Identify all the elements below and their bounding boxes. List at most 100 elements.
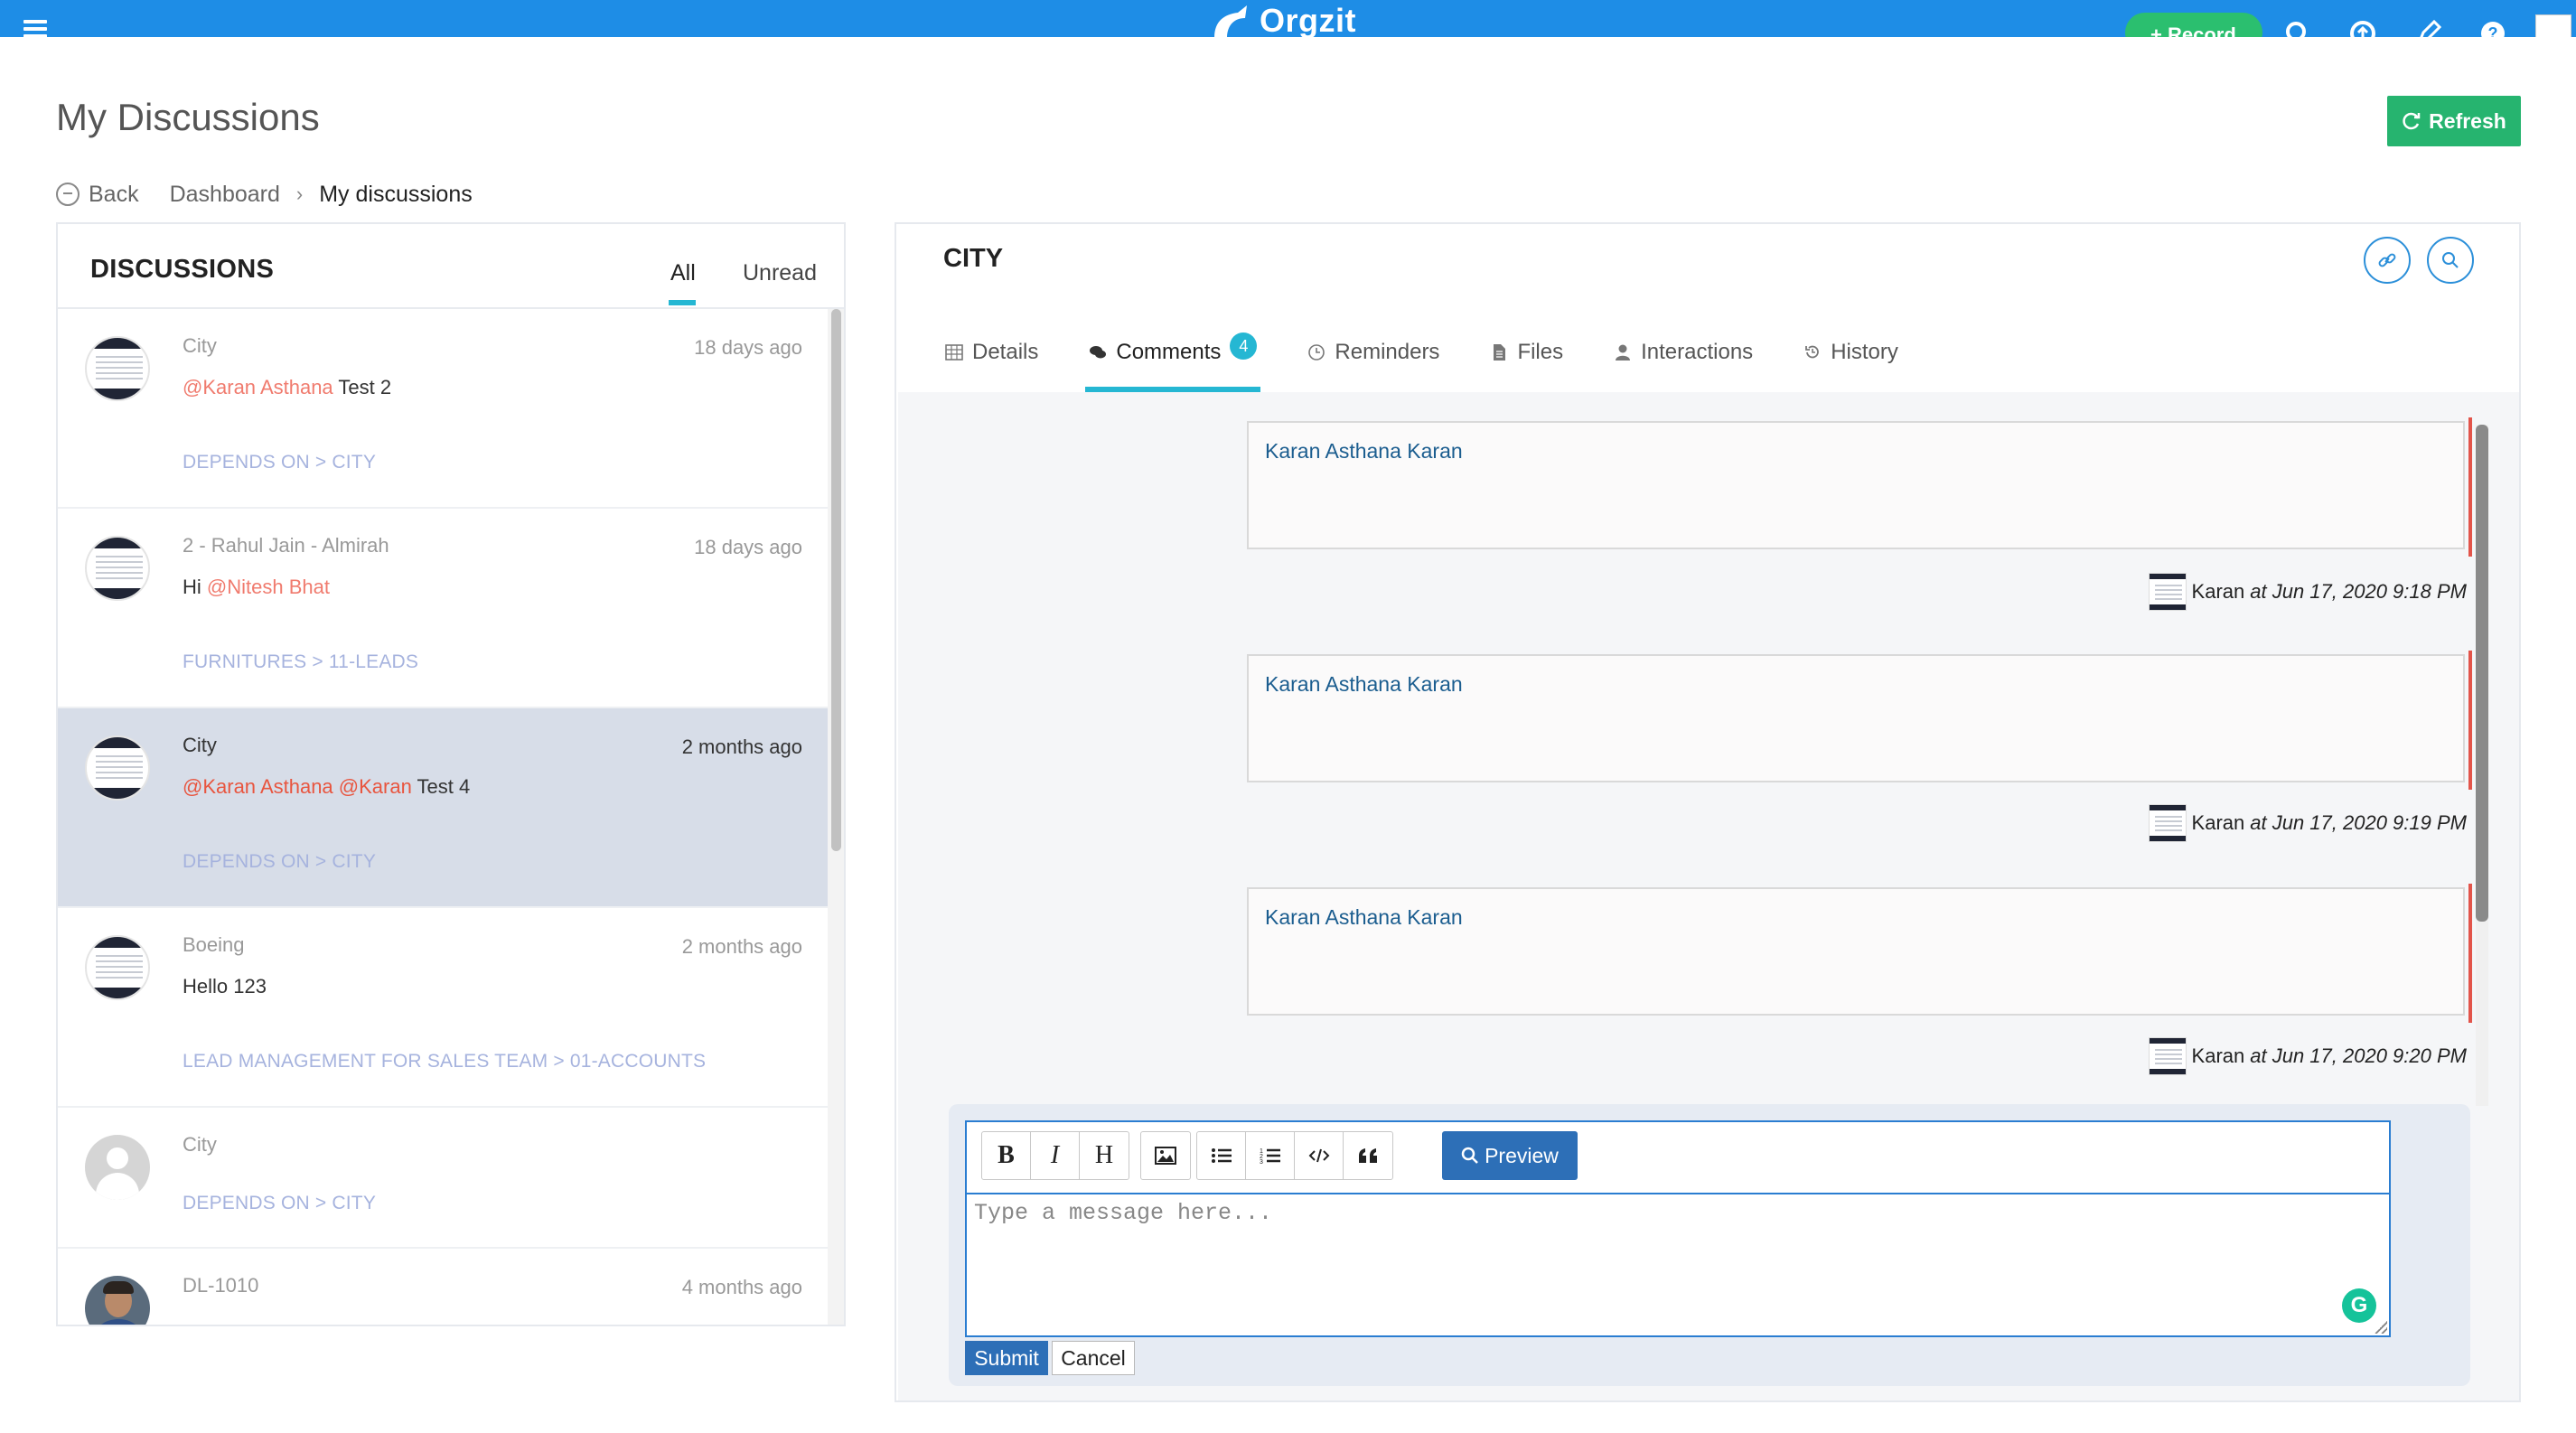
preview-label: Preview [1485, 1143, 1559, 1167]
bullet-list-button[interactable] [1197, 1132, 1246, 1179]
tab-details[interactable]: Details [945, 340, 1038, 390]
comment-bubble: Karan Asthana Karan [1247, 884, 2472, 1023]
discussion-item[interactable]: DL-1010 4 months ago [58, 1249, 829, 1325]
discussion-item[interactable]: City DEPENDS ON > CITY [58, 1108, 829, 1249]
discussion-time: 2 months ago [681, 735, 802, 758]
scrollbar-thumb[interactable] [831, 309, 841, 851]
bold-button[interactable]: B [982, 1132, 1031, 1179]
record-panel: CITY Details Comments 4 Reminders Files … [895, 222, 2521, 1402]
clock-icon [1308, 344, 1325, 361]
scrollbar-thumb[interactable] [2476, 425, 2488, 922]
comment-meta: Karan at Jun 17, 2020 9:19 PM [2148, 804, 2467, 842]
discussion-record-link[interactable]: DEPENDS ON > CITY [183, 452, 376, 473]
default-avatar-icon [85, 1135, 150, 1200]
upload-icon[interactable] [2349, 20, 2376, 37]
svg-text:3: 3 [1260, 1159, 1263, 1165]
avatar [2148, 1037, 2187, 1075]
comment-author: Karan [2191, 580, 2245, 603]
discussion-message: Hello 123 [183, 975, 267, 998]
comment-bubble: Karan Asthana Karan [1247, 417, 2472, 557]
page-title: My Discussions [56, 96, 320, 138]
discussion-time: 4 months ago [681, 1276, 802, 1298]
comment-author: Karan [2191, 811, 2245, 834]
tab-files[interactable]: Files [1490, 340, 1563, 390]
tab-unread[interactable]: Unread [743, 260, 817, 286]
file-icon [1494, 344, 1506, 361]
tab-reminders[interactable]: Reminders [1307, 340, 1439, 390]
top-navbar: Orgzit + Record ? [0, 0, 2576, 37]
history-icon [1805, 345, 1820, 359]
resize-handle-icon[interactable] [2375, 1321, 2387, 1334]
discussion-item[interactable]: Boeing 2 months ago Hello 123 LEAD MANAG… [58, 908, 829, 1108]
avatar [85, 735, 150, 801]
submit-button[interactable]: Submit [965, 1341, 1048, 1375]
search-icon[interactable] [2284, 20, 2311, 37]
quote-icon [1359, 1148, 1377, 1163]
user-avatar[interactable] [2535, 14, 2571, 37]
edit-icon[interactable] [2414, 20, 2441, 37]
message-text: Hi [183, 576, 207, 598]
preview-button[interactable]: Preview [1442, 1131, 1578, 1180]
numbered-list-button[interactable]: 123 [1246, 1132, 1295, 1179]
discussion-title: City [183, 334, 217, 357]
tab-history[interactable]: History [1803, 340, 1898, 390]
help-icon[interactable]: ? [2479, 20, 2506, 37]
breadcrumb: Back Dashboard › My discussions [56, 179, 473, 210]
grammarly-icon[interactable]: G [2342, 1288, 2376, 1323]
comment-bubble: Karan Asthana Karan [1247, 651, 2472, 790]
avatar [85, 935, 150, 1000]
breadcrumb-dashboard[interactable]: Dashboard [170, 182, 280, 208]
tab-reminders-label: Reminders [1335, 340, 1440, 364]
discussion-list-scrollbar[interactable] [828, 309, 844, 1325]
message-box: G [965, 1193, 2391, 1337]
heading-button[interactable]: H [1080, 1132, 1129, 1179]
svg-text:?: ? [2488, 24, 2498, 37]
link-button[interactable] [2364, 237, 2411, 284]
tab-comments[interactable]: Comments 4 [1085, 332, 1261, 392]
quote-button[interactable] [1344, 1132, 1392, 1179]
menu-icon[interactable] [23, 20, 47, 37]
record-button-label: Record [2167, 23, 2236, 37]
discussion-title: City [183, 734, 217, 756]
search-record-button[interactable] [2427, 237, 2474, 284]
new-record-button[interactable]: + Record [2125, 13, 2262, 37]
image-button[interactable] [1141, 1132, 1190, 1179]
discussion-message: Hi @Nitesh Bhat [183, 576, 330, 599]
tab-all[interactable]: All [669, 260, 696, 305]
mention[interactable]: @Karan Asthana @Karan [183, 775, 412, 798]
cancel-button[interactable]: Cancel [1052, 1341, 1135, 1375]
discussion-title: City [183, 1133, 217, 1156]
image-icon [1155, 1147, 1176, 1165]
message-input[interactable] [974, 1200, 2329, 1326]
mention[interactable]: @Karan Asthana [183, 376, 333, 398]
user-icon [1616, 344, 1631, 361]
code-button[interactable] [1295, 1132, 1344, 1179]
back-link[interactable]: Back [89, 182, 139, 208]
discussion-record-link[interactable]: LEAD MANAGEMENT FOR SALES TEAM > 01-ACCO… [183, 1051, 706, 1072]
comment-timestamp: at Jun 17, 2020 9:18 PM [2250, 580, 2467, 603]
discussion-time: 2 months ago [681, 935, 802, 958]
discussion-item[interactable]: City 18 days ago @Karan Asthana Test 2 D… [58, 309, 829, 509]
format-group: B I H [981, 1131, 1129, 1180]
search-icon [1461, 1147, 1478, 1164]
back-arrow-icon[interactable] [56, 183, 80, 206]
record-title: CITY [943, 244, 1004, 273]
discussion-record-link[interactable]: DEPENDS ON > CITY [183, 851, 376, 873]
brand-logo[interactable]: Orgzit [1211, 2, 1356, 37]
tab-interactions[interactable]: Interactions [1614, 340, 1753, 390]
comment-meta: Karan at Jun 17, 2020 9:20 PM [2148, 1037, 2467, 1075]
mention[interactable]: @Nitesh Bhat [207, 576, 330, 598]
refresh-button[interactable]: Refresh [2387, 96, 2521, 146]
bullet-list-icon [1211, 1148, 1232, 1163]
discussion-item[interactable]: 2 - Rahul Jain - Almirah 18 days ago Hi … [58, 509, 829, 708]
comments-scrollbar[interactable] [2476, 425, 2488, 1106]
discussion-record-link[interactable]: FURNITURES > 11-LEADS [183, 651, 418, 673]
italic-button[interactable]: I [1031, 1132, 1080, 1179]
code-icon [1308, 1148, 1329, 1163]
discussion-item-selected[interactable]: City 2 months ago @Karan Asthana @Karan … [58, 708, 829, 908]
link-icon [2378, 253, 2396, 267]
comments-area: Karan Asthana Karan Karan at Jun 17, 202… [898, 392, 2519, 1400]
discussion-record-link[interactable]: DEPENDS ON > CITY [183, 1193, 376, 1214]
discussions-panel: DISCUSSIONS All Unread City 18 days ago … [56, 222, 846, 1326]
discussions-header: DISCUSSIONS All Unread [58, 224, 844, 309]
